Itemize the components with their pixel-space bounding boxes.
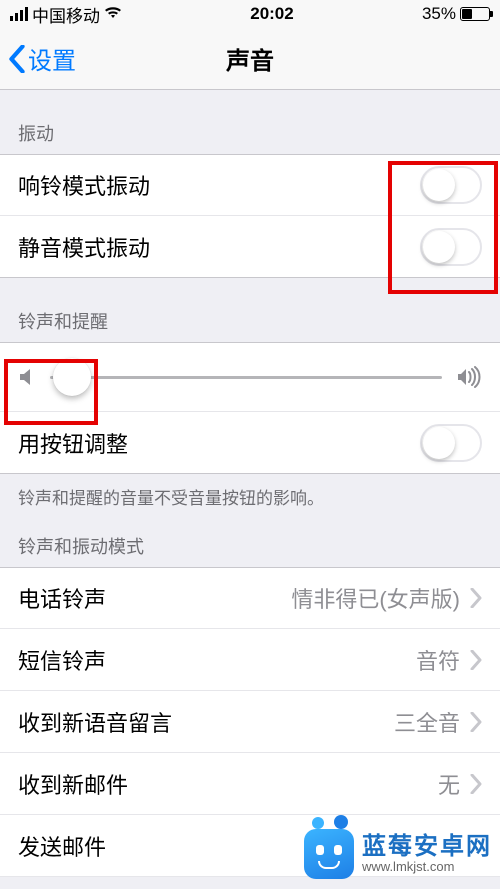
row-ringtone-label: 电话铃声 bbox=[18, 582, 106, 614]
row-silent-vibrate: 静音模式振动 bbox=[0, 216, 500, 278]
watermark-logo-icon bbox=[304, 829, 354, 879]
chevron-right-icon bbox=[470, 712, 482, 732]
volume-slider[interactable] bbox=[50, 376, 442, 379]
row-new-mail[interactable]: 收到新邮件 无 bbox=[0, 753, 500, 815]
wifi-icon bbox=[104, 5, 122, 24]
chevron-right-icon bbox=[470, 588, 482, 608]
volume-slider-thumb[interactable] bbox=[53, 358, 91, 396]
row-text-tone-label: 短信铃声 bbox=[18, 644, 106, 676]
row-text-tone-value: 音符 bbox=[416, 644, 460, 676]
row-ring-vibrate-label: 响铃模式振动 bbox=[18, 169, 150, 201]
watermark: 蓝莓安卓网 www.lmkjst.com bbox=[304, 829, 492, 879]
toggle-ring-vibrate[interactable] bbox=[420, 166, 482, 204]
chevron-left-icon bbox=[8, 45, 26, 73]
row-ring-vibrate: 响铃模式振动 bbox=[0, 154, 500, 216]
volume-high-icon bbox=[456, 366, 482, 388]
nav-bar: 设置 声音 bbox=[0, 28, 500, 90]
toggle-silent-vibrate[interactable] bbox=[420, 228, 482, 266]
carrier-label: 中国移动 bbox=[32, 2, 100, 27]
battery-icon bbox=[460, 7, 490, 21]
row-ringtone[interactable]: 电话铃声 情非得已(女声版) bbox=[0, 567, 500, 629]
section-header-pattern: 铃声和振动模式 bbox=[0, 515, 500, 567]
back-button[interactable]: 设置 bbox=[8, 41, 76, 76]
row-text-tone[interactable]: 短信铃声 音符 bbox=[0, 629, 500, 691]
row-volume-slider bbox=[0, 342, 500, 412]
row-silent-vibrate-label: 静音模式振动 bbox=[18, 231, 150, 263]
row-button-adjust: 用按钮调整 bbox=[0, 412, 500, 474]
row-new-voicemail-label: 收到新语音留言 bbox=[18, 706, 172, 738]
row-ringtone-value: 情非得已(女声版) bbox=[291, 582, 460, 614]
row-button-adjust-label: 用按钮调整 bbox=[18, 427, 128, 459]
status-right: 35% bbox=[422, 4, 490, 24]
clock-label: 20:02 bbox=[250, 4, 293, 24]
watermark-url: www.lmkjst.com bbox=[362, 860, 492, 874]
toggle-button-adjust[interactable] bbox=[420, 424, 482, 462]
watermark-title: 蓝莓安卓网 bbox=[362, 834, 492, 860]
ringer-footer: 铃声和提醒的音量不受音量按钮的影响。 bbox=[0, 474, 500, 515]
row-new-mail-label: 收到新邮件 bbox=[18, 768, 128, 800]
signal-strength-icon bbox=[10, 7, 28, 21]
back-label: 设置 bbox=[28, 41, 76, 76]
section-header-vibration: 振动 bbox=[0, 90, 500, 154]
battery-percent-label: 35% bbox=[422, 4, 456, 24]
status-left: 中国移动 bbox=[10, 2, 122, 27]
chevron-right-icon bbox=[470, 774, 482, 794]
section-header-ringer: 铃声和提醒 bbox=[0, 278, 500, 342]
row-new-mail-value: 无 bbox=[438, 768, 460, 800]
row-new-voicemail-value: 三全音 bbox=[394, 706, 460, 738]
row-sent-mail-label: 发送邮件 bbox=[18, 830, 106, 862]
row-new-voicemail[interactable]: 收到新语音留言 三全音 bbox=[0, 691, 500, 753]
page-title: 声音 bbox=[226, 41, 274, 76]
status-bar: 中国移动 20:02 35% bbox=[0, 0, 500, 28]
chevron-right-icon bbox=[470, 650, 482, 670]
volume-low-icon bbox=[18, 367, 36, 387]
